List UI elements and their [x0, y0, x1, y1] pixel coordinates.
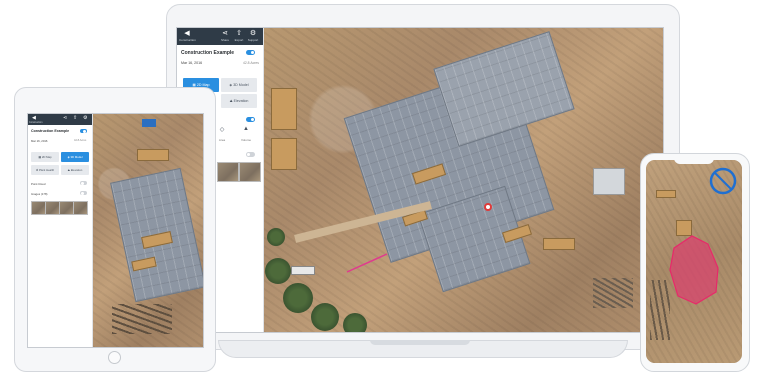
tree	[283, 283, 313, 313]
tablet-mode-elevation[interactable]: ⛰ Elevation	[61, 165, 89, 175]
blue-tarp	[142, 119, 156, 127]
building-wing	[433, 31, 575, 147]
tablet-toolbar: ◀ Construction ⋖ ⇧ ⚙	[28, 114, 92, 125]
tablet-project-toggle[interactable]	[80, 129, 87, 133]
volume-tool-label: Volume	[240, 138, 251, 142]
volume-tool-icon[interactable]: ▲	[239, 126, 253, 132]
image-thumbnail[interactable]	[31, 201, 46, 215]
image-thumbnail[interactable]	[73, 201, 88, 215]
tablet-project-date: Mar 16, 2016	[31, 139, 48, 143]
location-marker-icon[interactable]	[484, 203, 492, 211]
mode-3d-model[interactable]: ◈ 3D Model	[221, 78, 257, 92]
lumber-pile	[137, 149, 169, 161]
export-icon[interactable]: ⇧	[233, 30, 245, 37]
tree	[265, 258, 291, 284]
share-icon[interactable]: ⋖	[63, 115, 67, 121]
gear-icon[interactable]: ⚙	[83, 115, 87, 121]
tablet-mode-elevation-label: Elevation	[70, 168, 83, 172]
sidebar-toolbar: ◀ Construction ⋖ Share ⇧ Export ⚙ Suppor…	[177, 28, 263, 45]
crosshair-target-icon[interactable]	[708, 166, 738, 196]
share-icon[interactable]: ⋖	[219, 30, 231, 37]
tablet-mode-plant-health-label: Plant Health	[38, 168, 55, 172]
mode-elevation-label: Elevation	[233, 99, 249, 103]
back-label: Construction	[179, 38, 196, 42]
map-canvas[interactable]	[263, 28, 663, 332]
tablet-screen: ◀ Construction ⋖ ⇧ ⚙ Construction Exampl…	[27, 113, 204, 348]
point-cloud-toggle[interactable]	[246, 152, 255, 157]
area-tool-icon[interactable]: ◇	[215, 126, 229, 133]
lumber-pile	[271, 88, 297, 130]
tablet-back-label: Construction	[29, 121, 43, 124]
site-trailer	[593, 168, 625, 195]
truck	[291, 266, 315, 275]
image-thumbnail[interactable]	[45, 201, 60, 215]
phone-screen[interactable]	[646, 160, 742, 363]
image-thumbnail[interactable]	[217, 162, 239, 182]
tablet-mode-plant-health[interactable]: ❦ Plant Health	[31, 165, 59, 175]
tablet-mode-3d-model[interactable]: ◈ 3D Model	[61, 152, 89, 162]
images-label: Images (178)	[31, 192, 48, 196]
laptop-screen: ◀ Construction ⋖ Share ⇧ Export ⚙ Suppor…	[176, 27, 664, 333]
image-thumbnail[interactable]	[239, 162, 261, 182]
phone-notch	[674, 156, 714, 164]
tablet-project-title: Construction Example	[31, 129, 70, 133]
export-icon[interactable]: ⇧	[73, 115, 77, 121]
support-label: Support	[247, 38, 259, 42]
measurement-line[interactable]	[343, 248, 393, 278]
tablet-home-button[interactable]	[108, 351, 121, 364]
gear-icon[interactable]: ⚙	[247, 30, 259, 37]
equipment-yard	[593, 278, 633, 308]
project-date: Mar 16, 2016	[181, 61, 203, 65]
image-thumbnail[interactable]	[59, 201, 74, 215]
tablet-mode-2d-map-label: 2D Map	[41, 155, 52, 159]
tree	[343, 313, 367, 332]
laptop-notch	[370, 340, 470, 345]
back-arrow-icon[interactable]: ◀	[181, 30, 193, 37]
project-title: Construction Example	[181, 50, 235, 56]
measurement-toggle[interactable]	[246, 117, 255, 122]
lumber-pile	[271, 138, 297, 170]
lumber-pile	[543, 238, 575, 250]
mode-3d-model-label: 3D Model	[233, 83, 249, 87]
equipment-yard	[112, 304, 172, 334]
tablet-point-cloud-toggle[interactable]	[80, 181, 87, 185]
tablet-sidebar: ◀ Construction ⋖ ⇧ ⚙ Construction Exampl…	[28, 114, 93, 347]
lumber-pile	[656, 190, 676, 198]
tablet-project-acreage: 42.8 Acres	[74, 139, 87, 142]
tree	[311, 303, 339, 331]
mode-elevation[interactable]: ⛰ Elevation	[221, 94, 257, 108]
tablet-images-toggle[interactable]	[80, 191, 87, 195]
project-toggle[interactable]	[246, 50, 255, 55]
tablet-map-canvas[interactable]	[92, 114, 203, 347]
project-acreage: 42.8 Acres	[242, 61, 259, 65]
volume-measurement-area[interactable]	[666, 230, 726, 310]
tree	[267, 228, 285, 246]
tablet-mode-3d-model-label: 3D Model	[70, 155, 83, 159]
tablet-mode-2d-map[interactable]: ▦ 2D Map	[31, 152, 59, 162]
point-cloud-label: Point Cloud	[31, 182, 46, 186]
